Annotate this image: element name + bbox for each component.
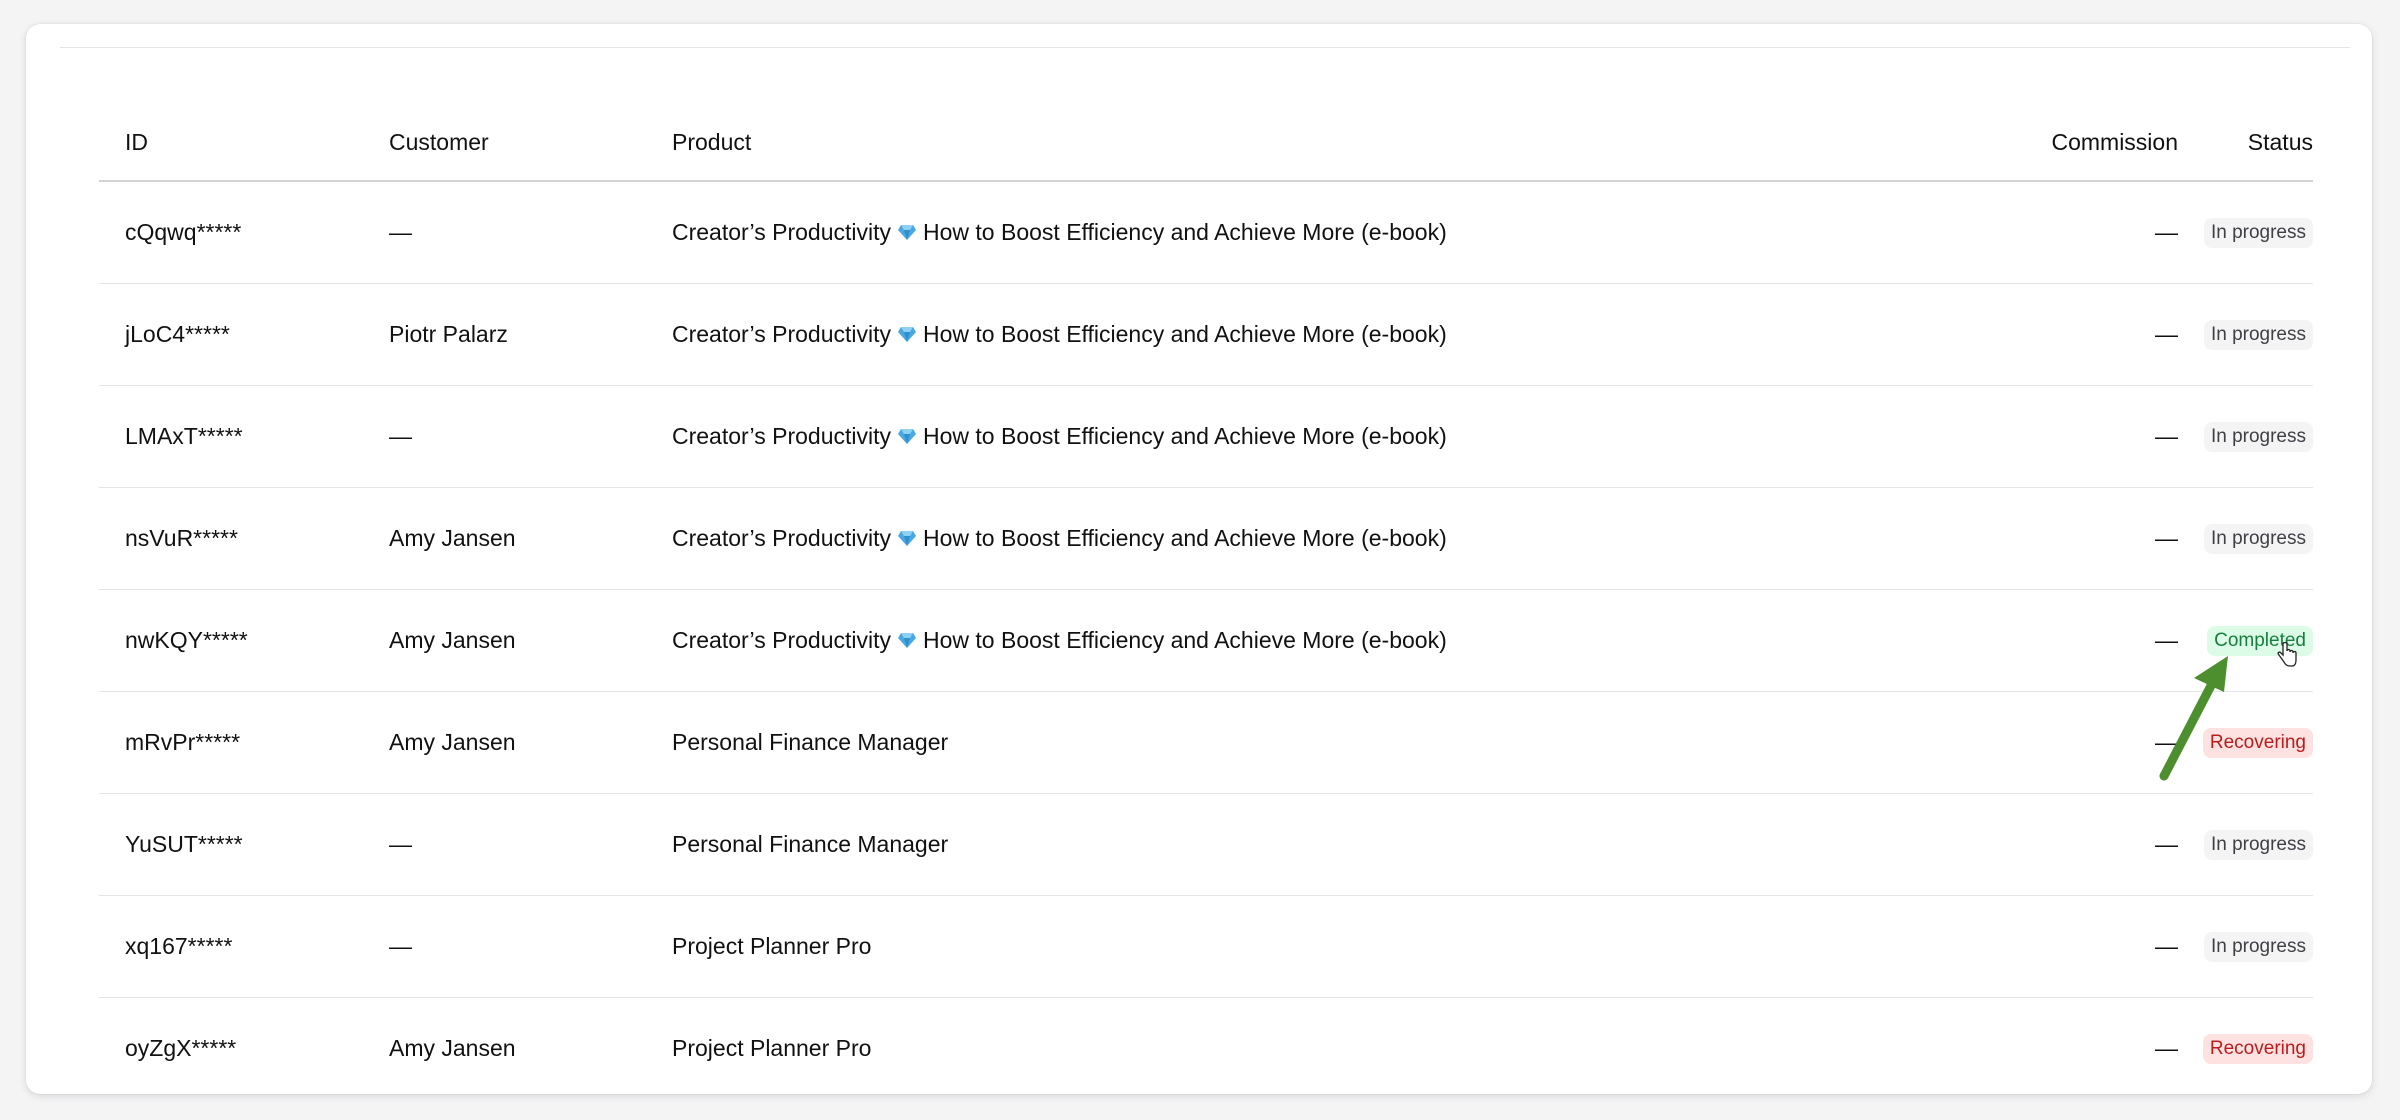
cell-commission: — — [2155, 627, 2178, 653]
status-badge[interactable]: In progress — [2203, 931, 2313, 962]
cell-product: Project Planner Pro — [646, 933, 1782, 960]
cell-customer: — — [389, 933, 412, 959]
cell-product: Creator’s Productivity How to Boost Effi… — [646, 627, 1782, 654]
column-header-product[interactable]: Product — [646, 129, 1782, 156]
product-name: Creator’s Productivity — [672, 219, 892, 245]
cell-id: xq167***** — [125, 933, 233, 959]
cell-status: In progress — [2178, 523, 2313, 554]
product-subtitle: How to Boost Efficiency and Achieve More… — [923, 627, 1447, 653]
gem-icon — [898, 531, 917, 546]
cell-status: In progress — [2178, 217, 2313, 248]
cell-status: In progress — [2178, 829, 2313, 860]
product-name: Creator’s Productivity — [672, 627, 892, 653]
column-header-customer[interactable]: Customer — [363, 129, 646, 156]
product-subtitle: How to Boost Efficiency and Achieve More… — [923, 321, 1447, 347]
product-name: Creator’s Productivity — [672, 525, 892, 551]
cell-commission: — — [2155, 831, 2178, 857]
status-badge[interactable]: In progress — [2203, 523, 2313, 554]
gem-icon — [898, 225, 917, 240]
sales-table-card: ID Customer Product Commission Status cQ… — [26, 24, 2372, 1094]
cell-product: Creator’s Productivity How to Boost Effi… — [646, 321, 1782, 348]
cell-customer: Amy Jansen — [389, 525, 516, 551]
product-name: Project Planner Pro — [672, 933, 872, 959]
gem-icon — [898, 327, 917, 342]
cell-product: Personal Finance Manager — [646, 729, 1782, 756]
sales-table: ID Customer Product Commission Status cQ… — [99, 104, 2313, 1094]
cell-status: Recovering — [2178, 1033, 2313, 1064]
cell-status: In progress — [2178, 319, 2313, 350]
status-badge[interactable]: In progress — [2203, 217, 2313, 248]
cell-commission: — — [2155, 729, 2178, 755]
cell-commission: — — [2155, 219, 2178, 245]
table-row[interactable]: LMAxT***** — Creator’s Productivity How to… — [99, 386, 2313, 488]
product-name: Project Planner Pro — [672, 1035, 872, 1061]
cell-product: Creator’s Productivity How to Boost Effi… — [646, 525, 1782, 552]
cell-customer: — — [389, 219, 412, 245]
table-row[interactable]: mRvPr***** Amy Jansen Personal Finance Man… — [99, 692, 2313, 794]
cell-commission: — — [2155, 1035, 2178, 1061]
status-badge[interactable]: In progress — [2203, 829, 2313, 860]
gem-icon — [898, 633, 917, 648]
cell-status: In progress — [2178, 931, 2313, 962]
status-badge[interactable]: In progress — [2203, 421, 2313, 452]
column-header-id[interactable]: ID — [99, 129, 363, 156]
cell-commission: — — [2155, 321, 2178, 347]
divider — [60, 47, 2350, 48]
product-subtitle: How to Boost Efficiency and Achieve More… — [923, 423, 1447, 449]
column-header-commission[interactable]: Commission — [1782, 129, 2178, 156]
cell-id: LMAxT***** — [125, 423, 243, 449]
cell-customer: Amy Jansen — [389, 627, 516, 653]
table-row[interactable]: jLoC4***** Piotr Palarz Creator’s Producti… — [99, 284, 2313, 386]
cell-product: Personal Finance Manager — [646, 831, 1782, 858]
cell-id: YuSUT***** — [125, 831, 243, 857]
cell-customer: Piotr Palarz — [389, 321, 508, 347]
cell-commission: — — [2155, 423, 2178, 449]
cell-product: Creator’s Productivity How to Boost Effi… — [646, 423, 1782, 450]
hand-cursor-icon — [2277, 642, 2297, 667]
cell-id: nwKQY***** — [125, 627, 248, 653]
status-badge[interactable]: Recovering — [2202, 1033, 2313, 1064]
product-name: Creator’s Productivity — [672, 423, 892, 449]
cell-id: oyZgX***** — [125, 1035, 237, 1061]
table-body: cQqwq***** — Creator’s Productivity How to… — [99, 182, 2313, 1094]
product-name: Creator’s Productivity — [672, 321, 892, 347]
table-row[interactable]: oyZgX***** Amy Jansen Project Planner Pro —… — [99, 998, 2313, 1094]
status-badge[interactable]: In progress — [2203, 319, 2313, 350]
product-subtitle: How to Boost Efficiency and Achieve More… — [923, 525, 1447, 551]
column-header-status[interactable]: Status — [2178, 129, 2313, 156]
annotation-arrow-icon — [2159, 656, 2228, 781]
table-row[interactable]: xq167***** — Project Planner Pro — In progre… — [99, 896, 2313, 998]
table-row[interactable]: nwKQY***** Amy Jansen Creator’s Productivi… — [99, 590, 2313, 692]
cell-id: nsVuR***** — [125, 525, 238, 551]
table-row[interactable]: nsVuR***** Amy Jansen Creator’s Productivi… — [99, 488, 2313, 590]
cell-customer: — — [389, 423, 412, 449]
cell-id: jLoC4***** — [125, 321, 230, 347]
cell-customer: Amy Jansen — [389, 1035, 516, 1061]
table-row[interactable]: cQqwq***** — Creator’s Productivity How to… — [99, 182, 2313, 284]
cell-product: Creator’s Productivity How to Boost Effi… — [646, 219, 1782, 246]
table-row[interactable]: YuSUT***** — Personal Finance Manager — In p… — [99, 794, 2313, 896]
cell-commission: — — [2155, 933, 2178, 959]
column-header-status-label: Status — [2247, 128, 2313, 155]
product-name: Personal Finance Manager — [672, 831, 949, 857]
cell-commission: — — [2155, 525, 2178, 551]
product-name: Personal Finance Manager — [672, 729, 949, 755]
cell-id: cQqwq***** — [125, 219, 242, 245]
cell-id: mRvPr***** — [125, 729, 241, 755]
table-header: ID Customer Product Commission Status — [99, 104, 2313, 182]
product-subtitle: How to Boost Efficiency and Achieve More… — [923, 219, 1447, 245]
cell-customer: Amy Jansen — [389, 729, 516, 755]
cell-customer: — — [389, 831, 412, 857]
cell-product: Project Planner Pro — [646, 1035, 1782, 1062]
gem-icon — [898, 429, 917, 444]
cell-status: In progress — [2178, 421, 2313, 452]
